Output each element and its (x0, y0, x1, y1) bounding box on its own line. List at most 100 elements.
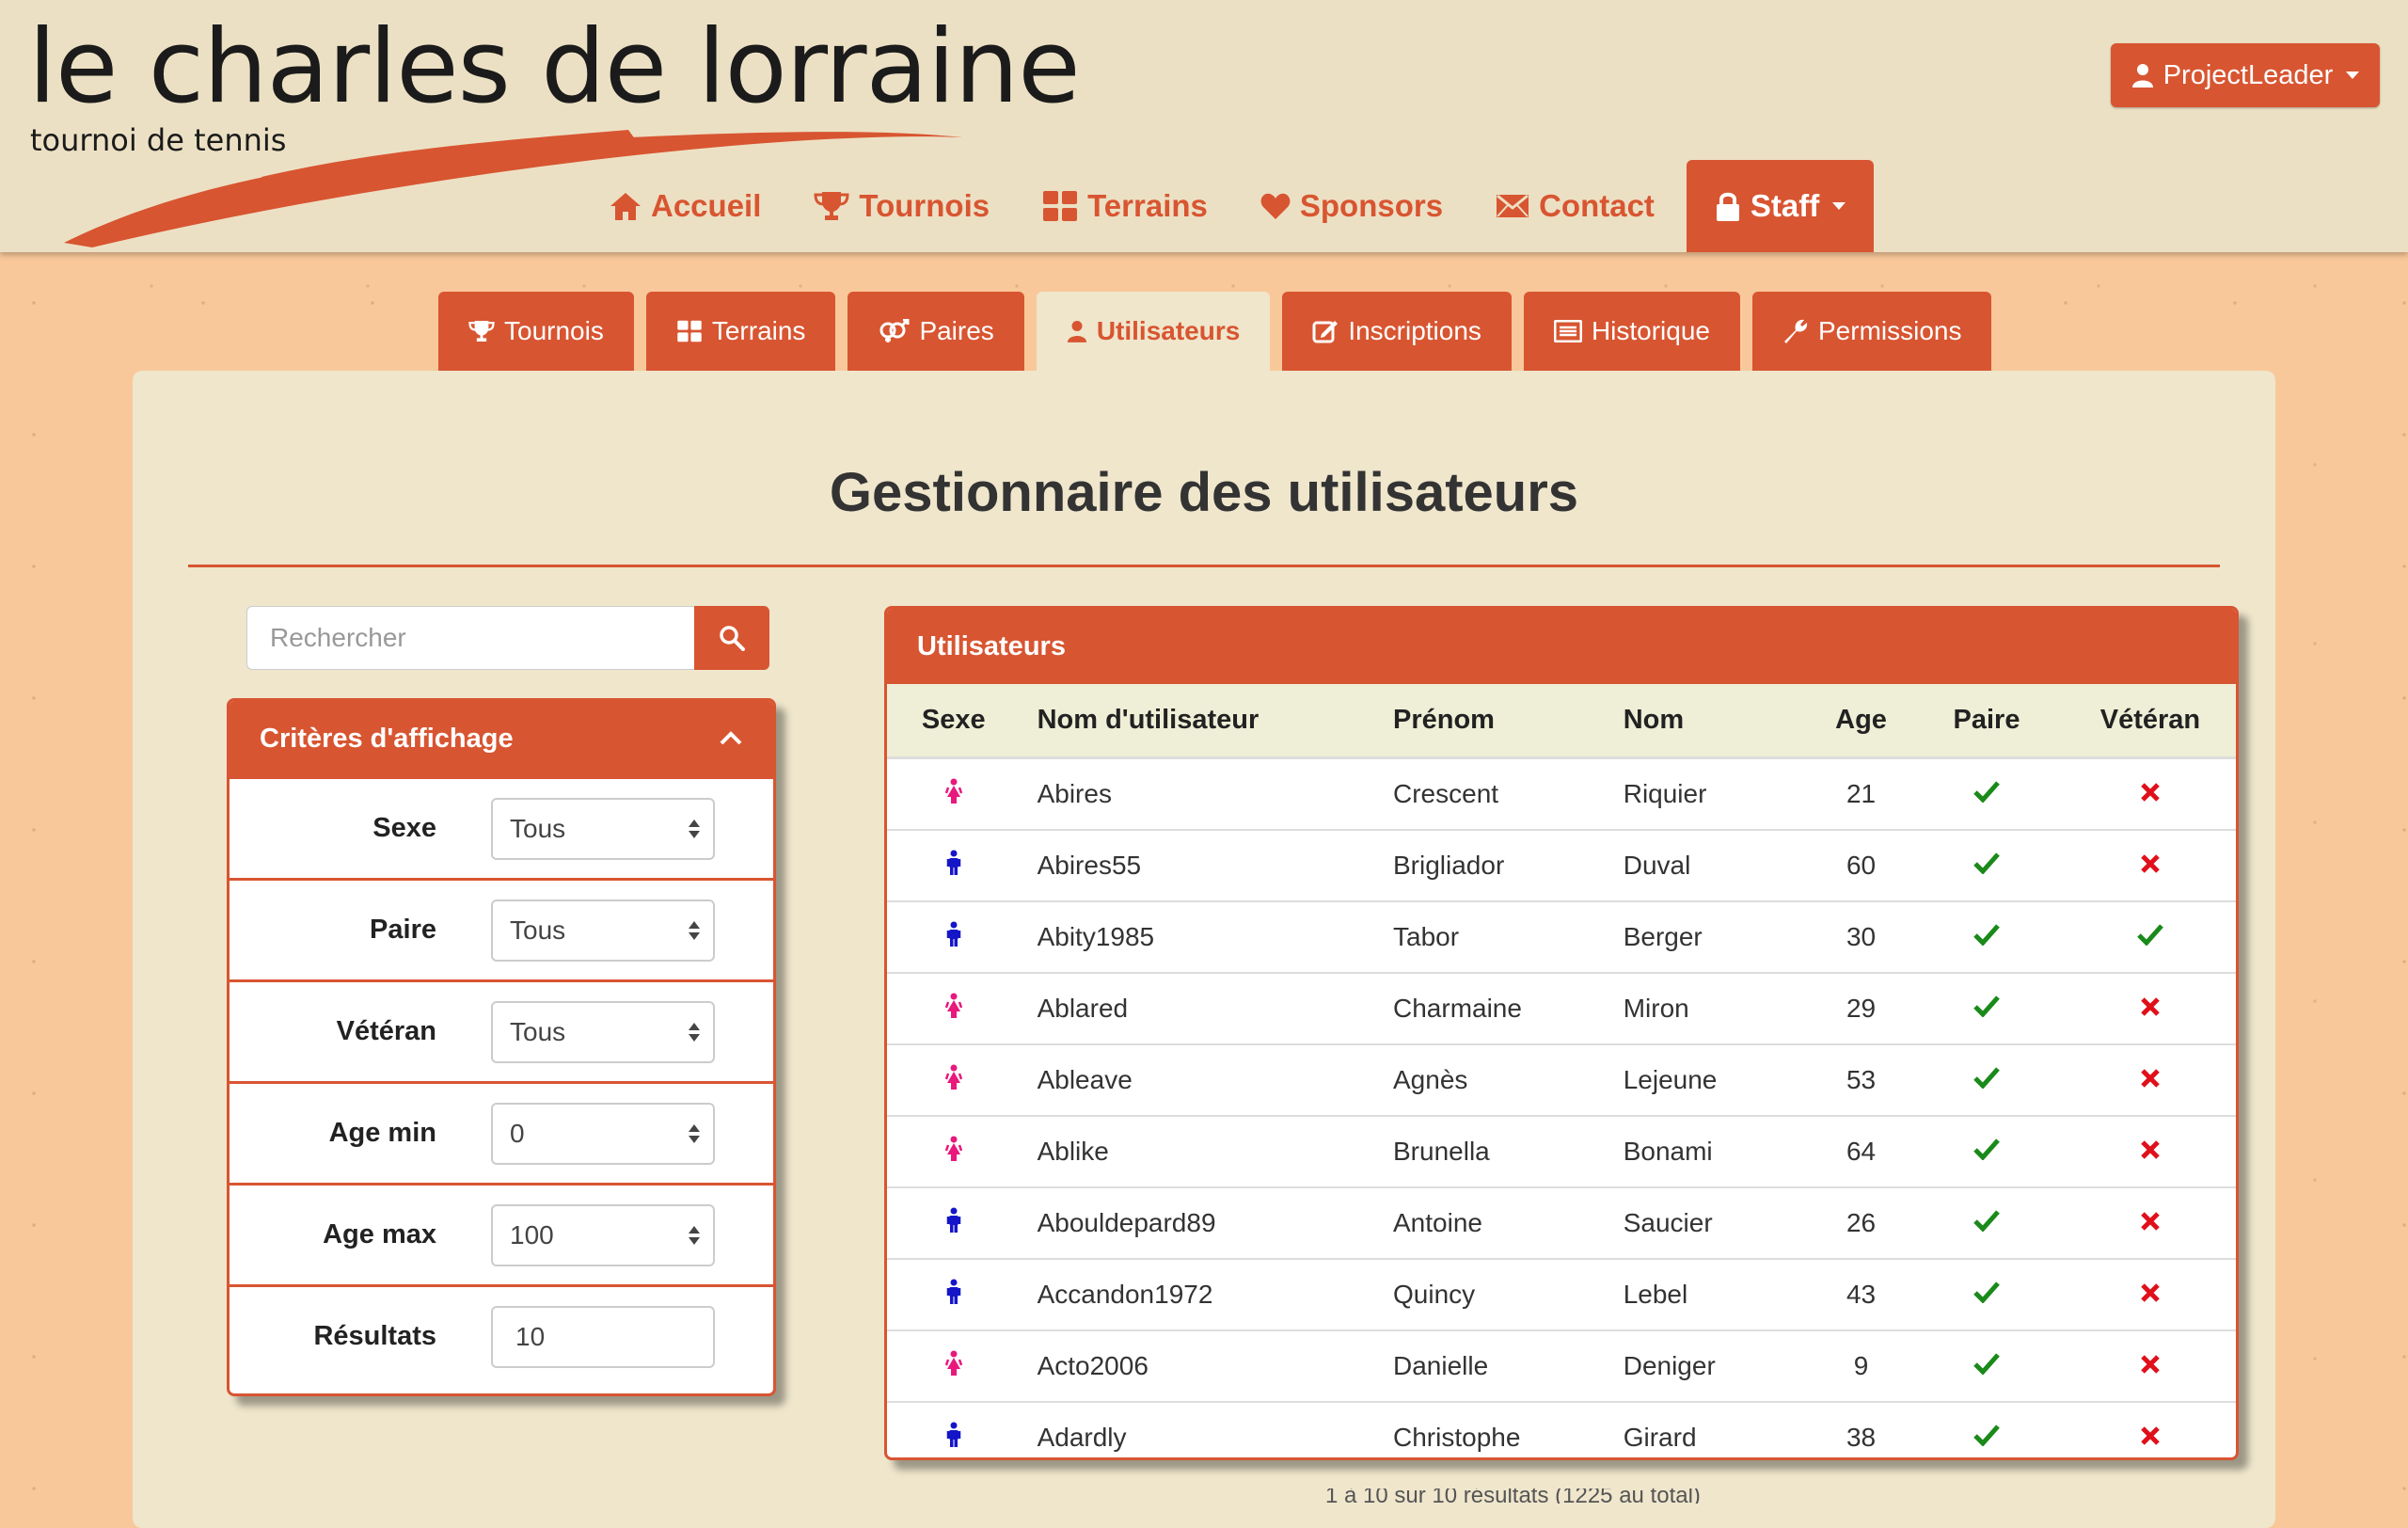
filter-row-age-max: Age max 100 (230, 1183, 773, 1284)
table-row[interactable]: Accandon1972 Quincy Lebel 43 (887, 1258, 2236, 1330)
age-max-stepper[interactable]: 100 (491, 1203, 715, 1266)
check-icon (1973, 1281, 2000, 1304)
tab-permissions[interactable]: Permissions (1752, 292, 1992, 371)
user-menu-button[interactable]: ProjectLeader (2111, 43, 2380, 107)
criteria-header[interactable]: Critères d'affichage (230, 701, 773, 776)
main-panel: Gestionnaire des utilisateurs Critères d… (133, 371, 2275, 1528)
filter-label: Age max (323, 1219, 436, 1249)
male-icon (946, 1422, 961, 1447)
check-icon (1973, 995, 2000, 1018)
tab-label: Tournois (504, 316, 604, 345)
table-row[interactable]: Adardly Christophe Girard 38 (887, 1401, 2236, 1457)
title-divider (188, 565, 2220, 567)
cross-icon (2141, 997, 2160, 1016)
tab-utilisateurs[interactable]: Utilisateurs (1036, 292, 1271, 371)
column-header-age[interactable]: Age (1813, 684, 1909, 759)
filter-label: Sexe (372, 813, 436, 843)
stepper-arrows-icon[interactable] (689, 1225, 700, 1245)
cell-veteran (2064, 1043, 2236, 1116)
tab-label: Terrains (711, 316, 806, 345)
cell-paire (1909, 1329, 2065, 1402)
check-icon (1973, 924, 2000, 947)
cell-nom: Duval (1623, 829, 1814, 901)
nav-contact[interactable]: Contact (1469, 160, 1681, 252)
age-min-stepper[interactable]: 0 (491, 1102, 715, 1165)
column-header-sexe[interactable]: Sexe (887, 684, 1021, 759)
cell-paire (1909, 1043, 2065, 1116)
cell-veteran (2064, 829, 2236, 901)
column-header-username[interactable]: Nom d'utilisateur (1020, 684, 1393, 759)
tab-historique[interactable]: Historique (1523, 292, 1740, 371)
tab-label: Inscriptions (1348, 316, 1481, 345)
cross-icon (2141, 1355, 2160, 1374)
tab-label: Utilisateurs (1096, 316, 1241, 345)
table-row[interactable]: Ablared Charmaine Miron 29 (887, 972, 2236, 1044)
nav-sponsors[interactable]: Sponsors (1234, 160, 1469, 252)
chevron-down-icon (2346, 72, 2360, 79)
results-count-field[interactable]: 10 (491, 1305, 715, 1368)
logo-subtitle: tournoi de tennis (30, 122, 287, 158)
column-header-paire[interactable]: Paire (1909, 684, 2065, 759)
column-header-nom[interactable]: Nom (1623, 684, 1814, 759)
cell-prenom: Tabor (1393, 900, 1624, 973)
tab-paires[interactable]: Paires (848, 292, 1024, 371)
tab-label: Paires (919, 316, 994, 345)
nav-label: Staff (1750, 188, 1820, 223)
tab-tournois[interactable]: Tournois (438, 292, 634, 371)
cell-paire (1909, 900, 2065, 973)
table-row[interactable]: Abity1985 Tabor Berger 30 (887, 900, 2236, 973)
nav-accueil[interactable]: Accueil (583, 160, 787, 252)
cell-username: Adardly (1020, 1401, 1393, 1457)
table-row[interactable]: Abouldepard89 Antoine Saucier 26 (887, 1186, 2236, 1259)
nav-staff[interactable]: Staff (1686, 160, 1875, 252)
criteria-title: Critères d'affichage (260, 723, 514, 754)
cell-username: Ablike (1020, 1115, 1393, 1187)
tab-terrains[interactable]: Terrains (645, 292, 836, 371)
cell-veteran (2064, 1329, 2236, 1402)
male-icon (946, 921, 961, 947)
cell-veteran (2064, 1186, 2236, 1259)
nav-terrains[interactable]: Terrains (1016, 160, 1234, 252)
check-icon (2137, 924, 2163, 947)
check-icon (1973, 1210, 2000, 1233)
cell-prenom: Agnès (1393, 1043, 1624, 1116)
table-row[interactable]: Acto2006 Danielle Deniger 9 (887, 1329, 2236, 1402)
cell-sexe (887, 1401, 1021, 1457)
table-row[interactable]: Ablike Brunella Bonami 64 (887, 1115, 2236, 1187)
grid-icon (677, 320, 702, 342)
users-table: Sexe Nom d'utilisateur Prénom Nom Age Pa… (887, 684, 2236, 1457)
veteran-select[interactable]: Tous (491, 1000, 715, 1063)
table-row[interactable]: Abires Crescent Riquier 21 (887, 758, 2236, 831)
filter-label: Paire (370, 915, 436, 945)
column-header-prenom[interactable]: Prénom (1393, 684, 1624, 759)
cell-age: 29 (1813, 972, 1909, 1044)
chevron-up-icon[interactable] (719, 731, 743, 746)
stepper-arrows-icon[interactable] (689, 1123, 700, 1143)
nav-tournois[interactable]: Tournois (787, 160, 1016, 252)
sexe-select[interactable]: Tous (491, 797, 715, 860)
search-button[interactable] (694, 606, 769, 670)
trophy-icon (814, 192, 849, 220)
cell-sexe (887, 1329, 1021, 1402)
male-icon (946, 850, 961, 875)
user-icon (2131, 64, 2153, 88)
cell-username: Acto2006 (1020, 1329, 1393, 1402)
cell-prenom: Quincy (1393, 1258, 1624, 1330)
tab-inscriptions[interactable]: Inscriptions (1282, 292, 1512, 371)
cell-paire (1909, 972, 2065, 1044)
search-input[interactable] (246, 606, 694, 670)
cell-nom: Saucier (1623, 1186, 1814, 1259)
cell-veteran (2064, 1401, 2236, 1457)
paire-select[interactable]: Tous (491, 899, 715, 962)
table-row[interactable]: Abires55 Brigliador Duval 60 (887, 829, 2236, 901)
cross-icon (2141, 854, 2160, 873)
chevron-down-icon (1832, 202, 1846, 210)
cell-age: 53 (1813, 1043, 1909, 1116)
table-row[interactable]: Ableave Agnès Lejeune 53 (887, 1043, 2236, 1116)
cell-veteran (2064, 972, 2236, 1044)
cell-paire (1909, 829, 2065, 901)
gender-pair-icon (879, 319, 910, 342)
cell-age: 26 (1813, 1186, 1909, 1259)
cell-prenom: Antoine (1393, 1186, 1624, 1259)
column-header-veteran[interactable]: Vétéran (2064, 684, 2236, 759)
